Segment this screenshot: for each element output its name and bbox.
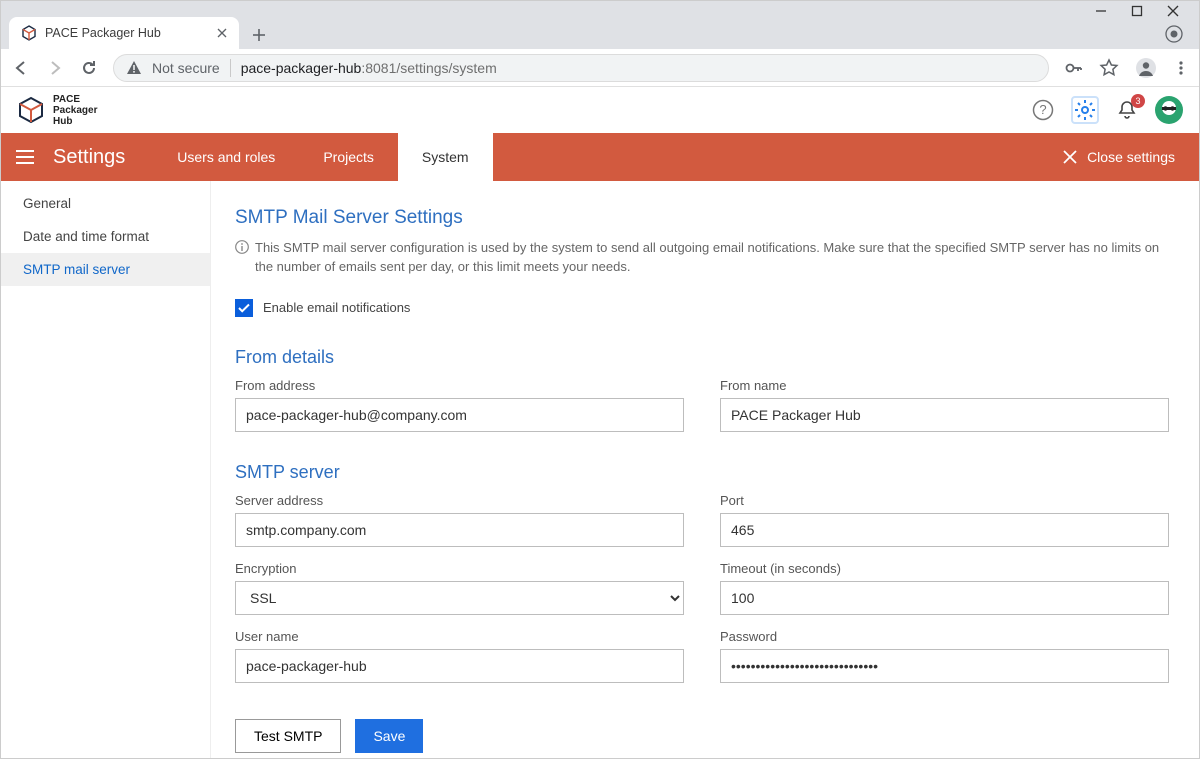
back-button[interactable]: [11, 58, 31, 78]
from-details-heading: From details: [235, 347, 1169, 368]
info-text: This SMTP mail server configuration is u…: [255, 239, 1169, 277]
smtp-server-heading: SMTP server: [235, 462, 1169, 483]
tab-title: PACE Packager Hub: [45, 26, 209, 40]
password-label: Password: [720, 629, 1169, 644]
maximize-icon[interactable]: [1131, 5, 1143, 17]
brand-logo[interactable]: PACE Packager Hub: [17, 94, 97, 127]
enable-email-label: Enable email notifications: [263, 300, 410, 315]
new-tab-button[interactable]: [245, 21, 273, 49]
server-address-input[interactable]: [235, 513, 684, 547]
hamburger-icon[interactable]: [1, 156, 49, 158]
from-address-input[interactable]: [235, 398, 684, 432]
password-input[interactable]: [720, 649, 1169, 683]
key-icon[interactable]: [1063, 58, 1083, 78]
settings-sidebar: General Date and time format SMTP mail s…: [1, 181, 211, 758]
url-host: pace-packager-hub: [241, 60, 362, 76]
bell-icon[interactable]: 3: [1113, 96, 1141, 124]
tab-close-icon[interactable]: [217, 28, 227, 38]
username-input[interactable]: [235, 649, 684, 683]
timeout-label: Timeout (in seconds): [720, 561, 1169, 576]
avatar[interactable]: [1155, 96, 1183, 124]
brand-line2: Packager: [53, 105, 97, 116]
svg-text:?: ?: [1039, 102, 1046, 117]
save-button[interactable]: Save: [355, 719, 423, 753]
sidebar-item-general[interactable]: General: [1, 187, 210, 220]
username-label: User name: [235, 629, 684, 644]
brand-line1: PACE: [53, 94, 97, 105]
url-path: :8081/settings/system: [361, 60, 496, 76]
favicon-icon: [21, 25, 37, 41]
test-smtp-button[interactable]: Test SMTP: [235, 719, 341, 753]
window-controls: [1095, 0, 1193, 17]
star-icon[interactable]: [1099, 58, 1119, 78]
brand-line3: Hub: [53, 116, 97, 127]
port-input[interactable]: [720, 513, 1169, 547]
page-title: SMTP Mail Server Settings: [235, 207, 1169, 229]
port-label: Port: [720, 493, 1169, 508]
encryption-label: Encryption: [235, 561, 684, 576]
account-indicator-icon[interactable]: [1165, 25, 1183, 43]
profile-icon[interactable]: [1135, 57, 1157, 79]
gear-icon[interactable]: [1071, 96, 1099, 124]
sidebar-item-smtp[interactable]: SMTP mail server: [1, 253, 210, 286]
minimize-icon[interactable]: [1095, 5, 1107, 17]
address-bar[interactable]: Not secure pace-packager-hub:8081/settin…: [113, 54, 1049, 82]
sidebar-item-date-time[interactable]: Date and time format: [1, 220, 210, 253]
close-settings-button[interactable]: Close settings: [1063, 149, 1199, 165]
from-name-label: From name: [720, 378, 1169, 393]
reload-button[interactable]: [79, 58, 99, 78]
close-window-icon[interactable]: [1167, 5, 1179, 17]
tab-users-and-roles[interactable]: Users and roles: [153, 133, 299, 181]
from-address-label: From address: [235, 378, 684, 393]
from-name-input[interactable]: [720, 398, 1169, 432]
browser-tab[interactable]: PACE Packager Hub: [9, 17, 239, 49]
server-address-label: Server address: [235, 493, 684, 508]
security-label: Not secure: [152, 60, 220, 76]
tab-projects[interactable]: Projects: [299, 133, 398, 181]
notif-badge: 3: [1131, 94, 1145, 108]
info-icon: [235, 239, 249, 277]
tab-system[interactable]: System: [398, 133, 493, 181]
close-settings-label: Close settings: [1087, 149, 1175, 165]
settings-title: Settings: [49, 146, 143, 169]
help-icon[interactable]: ?: [1029, 96, 1057, 124]
forward-button[interactable]: [45, 58, 65, 78]
encryption-select[interactable]: SSL: [235, 581, 684, 615]
enable-email-checkbox[interactable]: [235, 299, 253, 317]
not-secure-icon: [126, 60, 142, 76]
kebab-menu-icon[interactable]: [1173, 60, 1189, 76]
timeout-input[interactable]: [720, 581, 1169, 615]
